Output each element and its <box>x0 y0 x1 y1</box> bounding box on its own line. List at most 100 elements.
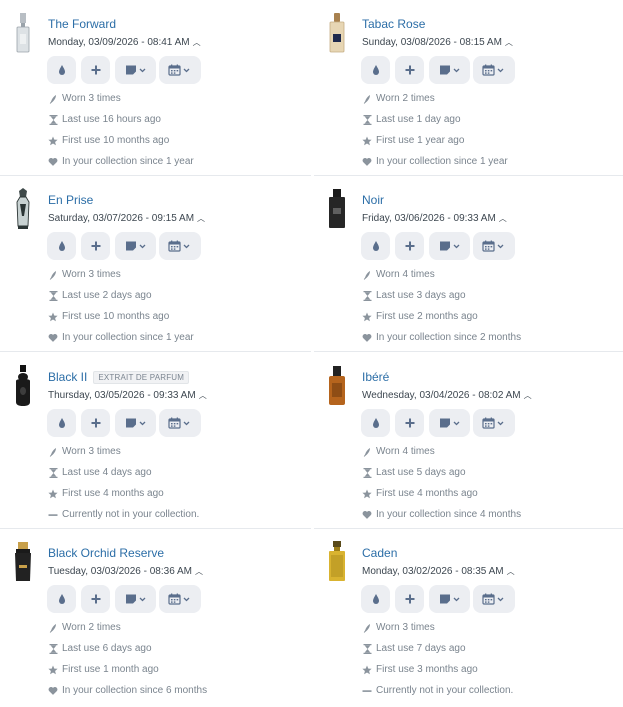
add-wear-button[interactable] <box>395 232 424 260</box>
perfume-name-link[interactable]: Ibéré <box>362 370 389 384</box>
drop-icon <box>371 593 381 605</box>
spray-amount-button[interactable] <box>361 232 390 260</box>
first-use: First use 2 months ago <box>362 311 478 322</box>
wear-date[interactable]: Friday, 03/06/2026 - 09:33 AM <box>362 213 496 224</box>
add-wear-button[interactable] <box>395 56 424 84</box>
wear-entry-card: Ibéré Wednesday, 03/04/2026 - 08:02 AM ︿ … <box>314 353 623 529</box>
perfume-name-link[interactable]: Black Orchid Reserve <box>48 546 164 560</box>
calendar-dropdown-button[interactable] <box>159 56 201 84</box>
wear-date-toggle[interactable]: Wednesday, 03/04/2026 - 08:02 AM ︿ <box>362 390 532 401</box>
notes-dropdown-button[interactable] <box>115 232 156 260</box>
hourglass-icon <box>48 643 58 654</box>
wear-date-toggle[interactable]: Monday, 03/02/2026 - 08:35 AM ︿ <box>362 566 515 577</box>
spray-amount-button[interactable] <box>47 409 76 437</box>
heart-icon <box>48 333 58 343</box>
collection-status: In your collection since 1 year <box>48 332 194 343</box>
wear-date[interactable]: Sunday, 03/08/2026 - 08:15 AM <box>362 37 502 48</box>
heart-icon <box>362 510 372 520</box>
notes-dropdown-button[interactable] <box>115 585 156 613</box>
perfume-bottle-image[interactable] <box>10 12 36 54</box>
perfume-name-link[interactable]: Noir <box>362 193 384 207</box>
last-use: Last use 5 days ago <box>362 467 466 478</box>
wear-date-toggle[interactable]: Sunday, 03/08/2026 - 08:15 AM ︿ <box>362 37 513 48</box>
chevron-up-icon[interactable]: ︿ <box>197 214 205 223</box>
perfume-name[interactable]: En Prise <box>48 193 93 207</box>
wear-date[interactable]: Wednesday, 03/04/2026 - 08:02 AM <box>362 390 521 401</box>
wear-date[interactable]: Monday, 03/02/2026 - 08:35 AM <box>362 566 504 577</box>
perfume-bottle-image[interactable] <box>10 365 36 407</box>
perfume-name-link[interactable]: Caden <box>362 546 397 560</box>
add-wear-button[interactable] <box>81 232 110 260</box>
spray-amount-button[interactable] <box>361 409 390 437</box>
notes-dropdown-button[interactable] <box>115 56 156 84</box>
calendar-dropdown-button[interactable] <box>473 56 515 84</box>
first-use: First use 4 months ago <box>362 488 478 499</box>
spray-amount-button[interactable] <box>47 232 76 260</box>
perfume-name[interactable]: Noir <box>362 193 384 207</box>
spray-amount-button[interactable] <box>47 585 76 613</box>
collection-status: In your collection since 1 year <box>48 156 194 167</box>
perfume-bottle-image[interactable] <box>324 12 350 54</box>
worn-count: Worn 3 times <box>48 446 121 457</box>
perfume-bottle-image[interactable] <box>10 541 36 583</box>
wear-date-toggle[interactable]: Saturday, 03/07/2026 - 09:15 AM ︿ <box>48 213 205 224</box>
note-icon <box>125 417 147 429</box>
calendar-dropdown-button[interactable] <box>159 232 201 260</box>
perfume-name-link[interactable]: Black II EXTRAIT DE PARFUM <box>48 370 190 384</box>
wear-date-toggle[interactable]: Thursday, 03/05/2026 - 09:33 AM ︿ <box>48 390 207 401</box>
spray-amount-button[interactable] <box>361 585 390 613</box>
add-wear-button[interactable] <box>81 409 110 437</box>
chevron-up-icon[interactable]: ︿ <box>193 38 201 47</box>
worn-count: Worn 2 times <box>48 622 121 633</box>
perfume-name[interactable]: Tabac Rose <box>362 17 425 31</box>
perfume-bottle-image[interactable] <box>324 541 350 583</box>
wear-date[interactable]: Tuesday, 03/03/2026 - 08:36 AM <box>48 566 192 577</box>
calendar-dropdown-button[interactable] <box>159 409 201 437</box>
wear-date-toggle[interactable]: Tuesday, 03/03/2026 - 08:36 AM ︿ <box>48 566 203 577</box>
plus-icon <box>405 418 415 428</box>
heart-icon <box>48 157 58 167</box>
perfume-name[interactable]: Black Orchid Reserve <box>48 546 164 560</box>
notes-dropdown-button[interactable] <box>115 409 156 437</box>
wear-date[interactable]: Thursday, 03/05/2026 - 09:33 AM <box>48 390 196 401</box>
chevron-up-icon[interactable]: ︿ <box>507 567 515 576</box>
notes-dropdown-button[interactable] <box>429 232 470 260</box>
chevron-up-icon[interactable]: ︿ <box>199 391 207 400</box>
notes-dropdown-button[interactable] <box>429 585 470 613</box>
notes-dropdown-button[interactable] <box>429 409 470 437</box>
add-wear-button[interactable] <box>395 585 424 613</box>
wear-date-toggle[interactable]: Friday, 03/06/2026 - 09:33 AM ︿ <box>362 213 507 224</box>
perfume-bottle-image[interactable] <box>324 188 350 230</box>
spray-amount-button[interactable] <box>361 56 390 84</box>
wear-date-toggle[interactable]: Monday, 03/09/2026 - 08:41 AM ︿ <box>48 37 201 48</box>
chevron-up-icon[interactable]: ︿ <box>195 567 203 576</box>
calendar-dropdown-button[interactable] <box>159 585 201 613</box>
spray-icon <box>362 94 372 104</box>
wear-date[interactable]: Monday, 03/09/2026 - 08:41 AM <box>48 37 190 48</box>
spray-amount-button[interactable] <box>47 56 76 84</box>
perfume-name-link[interactable]: The Forward <box>48 17 116 31</box>
wear-date[interactable]: Saturday, 03/07/2026 - 09:15 AM <box>48 213 194 224</box>
note-icon <box>125 240 147 252</box>
calendar-dropdown-button[interactable] <box>473 585 515 613</box>
calendar-dropdown-button[interactable] <box>473 409 515 437</box>
chevron-up-icon[interactable]: ︿ <box>505 38 513 47</box>
perfume-name[interactable]: Caden <box>362 546 397 560</box>
spray-icon <box>48 94 58 104</box>
perfume-bottle-image[interactable] <box>324 365 350 407</box>
chevron-up-icon[interactable]: ︿ <box>524 391 532 400</box>
perfume-bottle-image[interactable] <box>10 188 36 230</box>
calendar-dropdown-button[interactable] <box>473 232 515 260</box>
perfume-name[interactable]: Black II <box>48 370 87 384</box>
notes-dropdown-button[interactable] <box>429 56 470 84</box>
perfume-name[interactable]: Ibéré <box>362 370 389 384</box>
perfume-name[interactable]: The Forward <box>48 17 116 31</box>
add-wear-button[interactable] <box>81 585 110 613</box>
last-use: Last use 7 days ago <box>362 643 466 654</box>
plus-icon <box>405 241 415 251</box>
add-wear-button[interactable] <box>81 56 110 84</box>
chevron-up-icon[interactable]: ︿ <box>499 214 507 223</box>
add-wear-button[interactable] <box>395 409 424 437</box>
perfume-name-link[interactable]: En Prise <box>48 193 93 207</box>
perfume-name-link[interactable]: Tabac Rose <box>362 17 425 31</box>
